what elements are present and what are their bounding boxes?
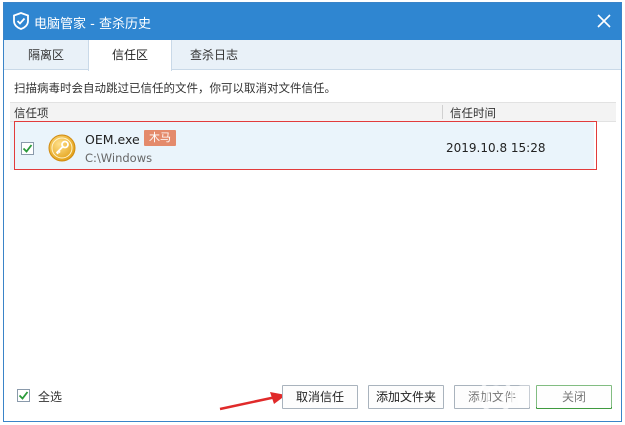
- close-icon[interactable]: [597, 14, 611, 28]
- file-name: OEM.exe: [85, 132, 140, 147]
- titlebar: 电脑管家 - 查杀历史: [4, 3, 621, 40]
- trust-time: 2019.10.8 15:28: [446, 141, 546, 155]
- cancel-trust-button[interactable]: 取消信任: [282, 385, 358, 409]
- trust-zone-window: 电脑管家 - 查杀历史 隔离区 信任区 查杀日志 扫描病毒时会自动跳过已信任的文…: [3, 2, 622, 422]
- red-arrow-annotation-icon: [219, 392, 286, 411]
- close-button[interactable]: 关闭: [536, 385, 612, 409]
- trusted-file-icon: [48, 134, 76, 162]
- select-all-label[interactable]: 全选: [38, 388, 62, 405]
- column-header: 信任项 信任时间: [10, 102, 616, 122]
- window-title: 电脑管家 - 查杀历史: [34, 17, 151, 32]
- add-folder-button[interactable]: 添加文件夹: [368, 385, 444, 409]
- checkmark-icon: [18, 391, 29, 400]
- column-header-time: 信任时间: [450, 106, 496, 120]
- column-header-item: 信任项: [14, 106, 49, 120]
- column-separator[interactable]: [442, 105, 443, 119]
- table-row[interactable]: OEM.exe 木马 C:\Windows 2019.10.8 15:28: [10, 122, 594, 170]
- add-file-button[interactable]: 添加文件: [454, 385, 530, 409]
- tab-bar: 隔离区 信任区 查杀日志: [4, 40, 621, 71]
- file-path: C:\Windows: [85, 151, 153, 165]
- row-checkbox[interactable]: [21, 142, 34, 155]
- tab-scan-log[interactable]: 查杀日志: [172, 40, 256, 70]
- checkmark-icon: [22, 144, 33, 153]
- select-all-checkbox[interactable]: [17, 389, 30, 402]
- tab-trust-zone[interactable]: 信任区: [88, 40, 172, 71]
- tab-quarantine[interactable]: 隔离区: [4, 40, 88, 70]
- hint-text: 扫描病毒时会自动跳过已信任的文件，你可以取消对文件信任。: [14, 81, 336, 95]
- trojan-badge: 木马: [144, 130, 176, 146]
- shield-logo-icon: [13, 12, 29, 30]
